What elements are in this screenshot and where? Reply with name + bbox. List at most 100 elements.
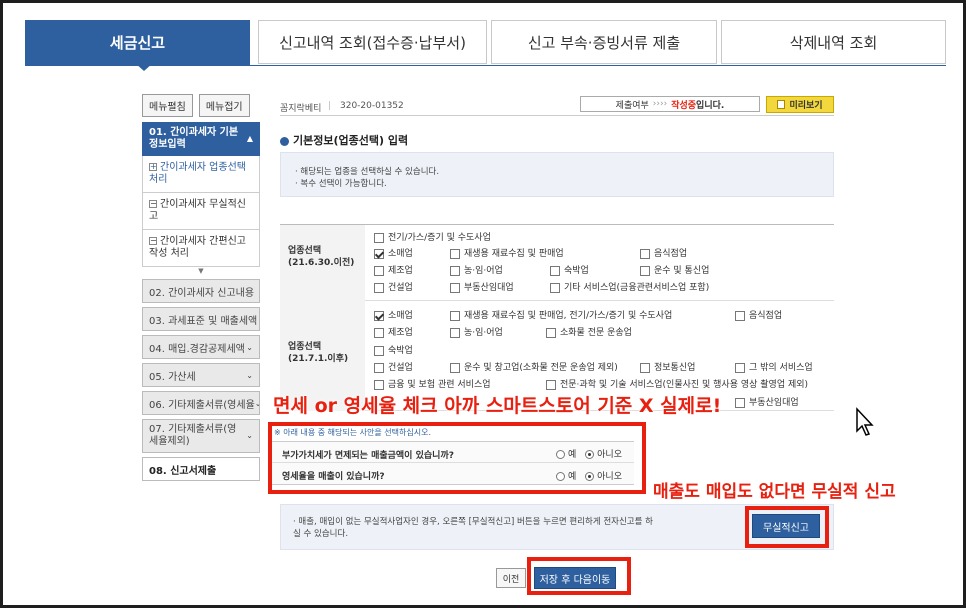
checkbox[interactable] <box>546 327 556 338</box>
step-08[interactable]: 08. 신고서제출 <box>142 457 260 481</box>
step-01[interactable]: 01. 간이과세자 기본정보입력 ▲ <box>142 122 260 156</box>
checkbox[interactable] <box>450 248 460 259</box>
menu-collapse-button[interactable]: 메뉴접기 <box>198 94 250 117</box>
checkbox[interactable] <box>735 310 745 321</box>
g2-option-9[interactable]: 운수 및 창고업(소화물 전문 운송업 제외) <box>450 360 618 373</box>
subitem-label: 간이과세자 업종선택처리 <box>149 162 246 185</box>
checkbox[interactable] <box>735 362 745 373</box>
questions-highlight-box <box>268 422 646 494</box>
company-name: 꼼지락베티 <box>280 104 322 114</box>
checkbox[interactable] <box>374 379 384 390</box>
g1-option-2[interactable]: 소매업 <box>374 246 413 259</box>
checkbox[interactable] <box>450 310 460 321</box>
chevron-down-icon: ⌄ <box>255 399 259 408</box>
step-label: 05. 가산세 <box>149 371 196 383</box>
menu-expand-button[interactable]: 메뉴펼침 <box>142 94 193 117</box>
checkbox[interactable] <box>374 265 384 276</box>
step-05[interactable]: 05. 가산세 ⌄ <box>142 363 260 387</box>
chevron-down-icon: ▼ <box>198 267 204 275</box>
checkbox-checked[interactable] <box>374 310 384 321</box>
checkbox[interactable] <box>550 265 560 276</box>
chevron-down-icon: ⌄ <box>246 342 253 352</box>
subitem-simple-report[interactable]: − 간이과세자 간편신고작성 처리 <box>142 230 260 267</box>
g2-option-4[interactable]: 제조업 <box>374 325 413 338</box>
g2-option-8[interactable]: 건설업 <box>374 360 413 373</box>
g1-option-11[interactable]: 기타 서비스업(금융관련서비스업 포함) <box>550 280 709 293</box>
note-1: · 해당되는 업종을 선택하실 수 있습니다. <box>295 167 440 177</box>
status-suffix: 입니다. <box>696 100 725 111</box>
g1-option-7[interactable]: 숙박업 <box>550 263 589 276</box>
g1-option-1[interactable]: 전기/가스/증기 및 수도사업 <box>374 230 491 243</box>
checkbox[interactable] <box>374 232 384 243</box>
g2-option-6[interactable]: 소화물 전문 운송업 <box>546 325 632 338</box>
checkbox[interactable] <box>640 248 650 259</box>
mouse-cursor-icon <box>856 407 874 436</box>
status-arrows: ›››› <box>652 99 668 109</box>
status-label: 제출여부 <box>615 100 649 111</box>
checkbox[interactable] <box>735 397 745 408</box>
g2-option-5[interactable]: 농·임·어업 <box>450 325 503 338</box>
save-next-highlight-box <box>527 557 631 595</box>
minus-icon: − <box>149 199 157 208</box>
g2-option-13[interactable]: 전문·과학 및 기술 서비스업(인물사진 및 행사용 영상 촬영업 제외) <box>546 377 808 390</box>
g2-option-10[interactable]: 정보통신업 <box>640 360 695 373</box>
preview-label: 미리보기 <box>789 101 823 111</box>
step-03[interactable]: 03. 과세표준 및 매출세액⌄ <box>142 307 260 331</box>
submit-status: 제출여부 ›››› 작성중 입니다. <box>580 96 760 112</box>
divider: | <box>328 101 332 111</box>
g2-option-12[interactable]: 금융 및 보험 관련 서비스업 <box>374 377 491 390</box>
g2-option-2[interactable]: 재생용 재료수집 및 판매업, 전기/가스/증기 및 수도사업 <box>450 308 672 321</box>
checkbox[interactable] <box>546 379 556 390</box>
subitem-business-type[interactable]: + 간이과세자 업종선택처리 <box>142 156 260 193</box>
step-label: 03. 과세표준 및 매출세액 <box>149 315 258 327</box>
subitem-nil-report[interactable]: − 간이과세자 무실적신고 <box>142 193 260 230</box>
subitem-label: 간이과세자 간편신고작성 처리 <box>149 236 246 259</box>
bullet-icon <box>280 136 289 146</box>
checkbox[interactable] <box>450 327 460 338</box>
checkbox[interactable] <box>640 265 650 276</box>
checkbox-checked[interactable] <box>374 248 384 259</box>
checkbox[interactable] <box>550 282 560 293</box>
checkbox[interactable] <box>374 345 384 356</box>
g2-option-14[interactable]: 부동산임대업 <box>735 395 799 408</box>
g1-option-3[interactable]: 재생용 재료수집 및 판매업 <box>450 246 564 259</box>
tab-tax-report[interactable]: 세금신고 <box>25 20 250 65</box>
g1-option-10[interactable]: 부동산임대업 <box>450 280 514 293</box>
g1-option-4[interactable]: 음식점업 <box>640 246 687 259</box>
g2-option-7[interactable]: 숙박업 <box>374 343 413 356</box>
checkbox[interactable] <box>640 362 650 373</box>
g2-option-1[interactable]: 소매업 <box>374 308 413 321</box>
plus-icon: + <box>149 162 157 171</box>
step-02[interactable]: 02. 간이과세자 신고내용 <box>142 279 260 303</box>
g1-option-6[interactable]: 농·임·어업 <box>450 263 503 276</box>
checkbox[interactable] <box>374 327 384 338</box>
notes-box: · 해당되는 업종을 선택하실 수 있습니다. · 복수 선택이 가능합니다. <box>280 152 834 197</box>
checkbox[interactable] <box>450 265 460 276</box>
business-number: 320-20-01352 <box>340 101 404 111</box>
tab-deleted-history[interactable]: 삭제내역 조회 <box>721 20 946 64</box>
tab-report-history[interactable]: 신고내역 조회(접수증·납부서) <box>258 20 487 64</box>
step-07[interactable]: 07. 기타제출서류(영세율제외) ⌄ <box>142 419 260 453</box>
chevron-up-icon: ▲ <box>246 134 253 143</box>
g1-option-5[interactable]: 제조업 <box>374 263 413 276</box>
checkbox[interactable] <box>450 362 460 373</box>
sidebar: 메뉴펼침 메뉴접기 01. 간이과세자 기본정보입력 ▲ + 간이과세자 업종선택… <box>142 94 260 481</box>
g1-option-8[interactable]: 운수 및 통신업 <box>640 263 709 276</box>
step-06[interactable]: 06. 기타제출서류(영세율⌄ <box>142 391 260 415</box>
screenshot-frame: 세금신고 신고내역 조회(접수증·납부서) 신고 부속·증빙서류 제출 삭제내역… <box>0 0 966 608</box>
checkbox[interactable] <box>450 282 460 293</box>
checkbox[interactable] <box>374 282 384 293</box>
prev-button[interactable]: 이전 <box>496 568 526 588</box>
step-label: 06. 기타제출서류(영세율 <box>149 399 255 411</box>
note-2: · 복수 선택이 가능합니다. <box>295 179 387 189</box>
preview-button[interactable]: 미리보기 <box>766 96 834 113</box>
nil-report-highlight-box <box>745 506 829 548</box>
header-bar: 꼼지락베티 | 320-20-01352 제출여부 ›››› 작성중 입니다. 미… <box>280 94 834 116</box>
section-title: 기본정보(업종선택) 입력 <box>280 132 408 148</box>
g2-option-11[interactable]: 그 밖의 서비스업 <box>735 360 813 373</box>
g2-option-3[interactable]: 음식점업 <box>735 308 782 321</box>
g1-option-9[interactable]: 건설업 <box>374 280 413 293</box>
checkbox[interactable] <box>374 362 384 373</box>
step-04[interactable]: 04. 매입.경감공제세액 ⌄ <box>142 335 260 359</box>
tab-attachment-submit[interactable]: 신고 부속·증빙서류 제출 <box>491 20 717 64</box>
